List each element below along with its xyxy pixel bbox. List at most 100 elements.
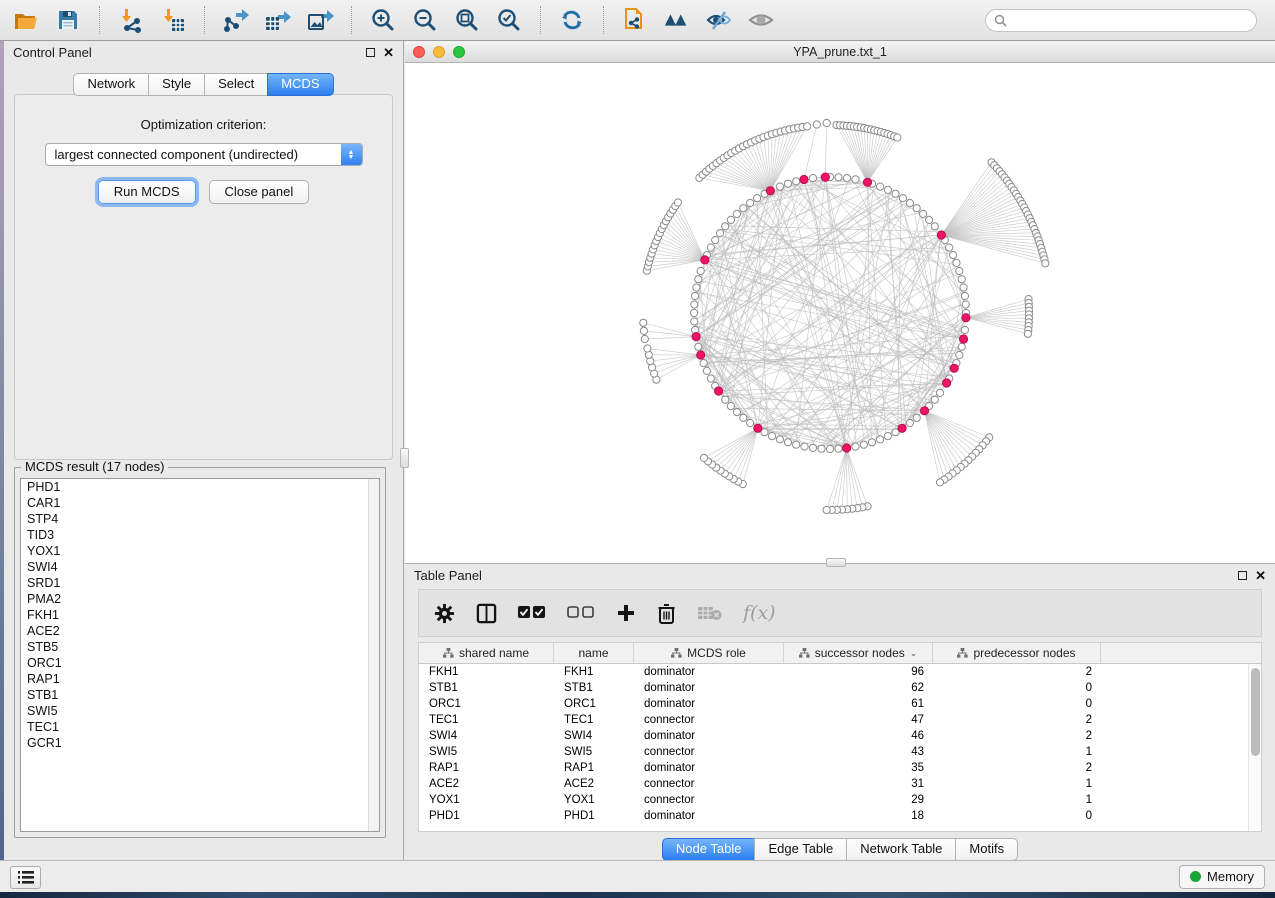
result-node-item[interactable]: RAP1: [21, 671, 379, 687]
tab-style[interactable]: Style: [148, 73, 205, 96]
table-row[interactable]: FKH1FKH1dominator962: [419, 664, 1261, 680]
tab-network[interactable]: Network: [73, 73, 149, 96]
cell-MCDS-role: dominator: [634, 808, 784, 824]
table-row[interactable]: ORC1ORC1dominator610: [419, 696, 1261, 712]
result-node-item[interactable]: ACE2: [21, 623, 379, 639]
table-row[interactable]: PHD1PHD1dominator180: [419, 808, 1261, 824]
function-builder-icon[interactable]: f(x): [743, 602, 776, 624]
result-node-item[interactable]: GCR1: [21, 735, 379, 751]
delete-table-icon[interactable]: [697, 605, 722, 621]
splitter-grip-vertical[interactable]: [400, 448, 409, 468]
column-header-shared-name[interactable]: shared name: [419, 643, 554, 663]
result-node-item[interactable]: ORC1: [21, 655, 379, 671]
result-node-item[interactable]: PHD1: [21, 479, 379, 495]
cell-predecessor-nodes: 1: [933, 744, 1101, 760]
tab-network-table[interactable]: Network Table: [846, 838, 956, 861]
result-node-item[interactable]: STP4: [21, 511, 379, 527]
cell-name: TEC1: [554, 712, 634, 728]
show-details-icon[interactable]: [747, 6, 775, 34]
cell-shared-name: SWI4: [419, 728, 554, 744]
cell-MCDS-role: connector: [634, 712, 784, 728]
tab-edge-table[interactable]: Edge Table: [754, 838, 847, 861]
result-node-item[interactable]: SWI4: [21, 559, 379, 575]
zoom-out-icon[interactable]: [411, 6, 439, 34]
memory-button[interactable]: Memory: [1179, 865, 1265, 889]
save-icon[interactable]: [54, 6, 82, 34]
export-image-icon[interactable]: [306, 6, 334, 34]
deselect-all-rows-icon[interactable]: [567, 606, 595, 620]
tab-node-table[interactable]: Node Table: [662, 838, 756, 861]
list-icon: [18, 871, 34, 884]
criterion-select[interactable]: largest connected component (undirected)…: [45, 143, 363, 166]
result-node-item[interactable]: FKH1: [21, 607, 379, 623]
result-node-item[interactable]: TEC1: [21, 719, 379, 735]
network-window-titlebar[interactable]: YPA_prune.txt_1: [405, 41, 1275, 63]
table-row[interactable]: TEC1TEC1connector472: [419, 712, 1261, 728]
refresh-icon[interactable]: [558, 6, 586, 34]
cell-shared-name: ACE2: [419, 776, 554, 792]
search-field[interactable]: [985, 9, 1257, 32]
float-table-panel-icon[interactable]: [1238, 571, 1247, 580]
close-panel-button[interactable]: Close panel: [209, 180, 310, 204]
hide-details-icon[interactable]: [705, 6, 733, 34]
share-document-icon[interactable]: [621, 6, 649, 34]
zoom-in-icon[interactable]: [369, 6, 397, 34]
zoom-fit-icon[interactable]: [453, 6, 481, 34]
splitter-grip-horizontal[interactable]: [826, 558, 846, 567]
open-folder-icon[interactable]: [12, 6, 40, 34]
cell-name: STB1: [554, 680, 634, 696]
column-header-name[interactable]: name: [554, 643, 634, 663]
add-row-icon[interactable]: [616, 603, 636, 623]
close-panel-icon[interactable]: ✕: [383, 46, 394, 59]
result-node-item[interactable]: YOX1: [21, 543, 379, 559]
search-input[interactable]: [1012, 13, 1248, 27]
table-scrollbar-thumb[interactable]: [1251, 668, 1260, 756]
gear-icon[interactable]: [434, 603, 455, 624]
import-table-icon[interactable]: [159, 6, 187, 34]
memory-button-label: Memory: [1207, 869, 1254, 884]
table-scrollbar[interactable]: [1248, 664, 1261, 831]
result-list-scrollbar[interactable]: [368, 479, 379, 831]
columns-icon[interactable]: [476, 603, 497, 624]
result-node-item[interactable]: CAR1: [21, 495, 379, 511]
column-header-predecessor-nodes[interactable]: predecessor nodes: [933, 643, 1101, 663]
column-header-successor-nodes[interactable]: successor nodes⌄: [784, 643, 933, 663]
table-row[interactable]: SWI5SWI5connector431: [419, 744, 1261, 760]
network-graph[interactable]: [405, 63, 1275, 563]
zoom-selected-icon[interactable]: [495, 6, 523, 34]
node-table[interactable]: shared namenameMCDS rolesuccessor nodes⌄…: [418, 642, 1262, 832]
cell-successor-nodes: 46: [784, 728, 933, 744]
tab-motifs[interactable]: Motifs: [955, 838, 1018, 861]
network-canvas[interactable]: [405, 63, 1275, 563]
close-table-panel-icon[interactable]: ✕: [1255, 569, 1266, 582]
table-row[interactable]: ACE2ACE2connector311: [419, 776, 1261, 792]
tab-mcds[interactable]: MCDS: [267, 73, 333, 96]
result-node-item[interactable]: PMA2: [21, 591, 379, 607]
column-header-MCDS-role[interactable]: MCDS role: [634, 643, 784, 663]
tab-select[interactable]: Select: [204, 73, 268, 96]
table-row[interactable]: STB1STB1dominator620: [419, 680, 1261, 696]
run-mcds-button[interactable]: Run MCDS: [98, 180, 196, 204]
network-view-window: YPA_prune.txt_1: [405, 41, 1275, 563]
import-network-icon[interactable]: [117, 6, 145, 34]
result-node-item[interactable]: TID3: [21, 527, 379, 543]
export-network-icon[interactable]: [222, 6, 250, 34]
result-node-item[interactable]: STB1: [21, 687, 379, 703]
panel-menu-button[interactable]: [10, 866, 41, 889]
cell-name: SWI4: [554, 728, 634, 744]
cell-predecessor-nodes: 2: [933, 728, 1101, 744]
cell-MCDS-role: dominator: [634, 664, 784, 680]
table-row[interactable]: SWI4SWI4dominator462: [419, 728, 1261, 744]
result-node-item[interactable]: STB5: [21, 639, 379, 655]
select-all-rows-icon[interactable]: [518, 606, 546, 620]
result-node-item[interactable]: SWI5: [21, 703, 379, 719]
table-row[interactable]: RAP1RAP1dominator352: [419, 760, 1261, 776]
mcds-result-list[interactable]: PHD1CAR1STP4TID3YOX1SWI4SRD1PMA2FKH1ACE2…: [20, 478, 380, 832]
search-network-icon[interactable]: [663, 6, 691, 34]
export-table-icon[interactable]: [264, 6, 292, 34]
table-row[interactable]: YOX1YOX1connector291: [419, 792, 1261, 808]
float-panel-icon[interactable]: [366, 48, 375, 57]
result-node-item[interactable]: SRD1: [21, 575, 379, 591]
delete-row-icon[interactable]: [657, 603, 676, 624]
table-panel: Table Panel ✕: [405, 563, 1275, 860]
